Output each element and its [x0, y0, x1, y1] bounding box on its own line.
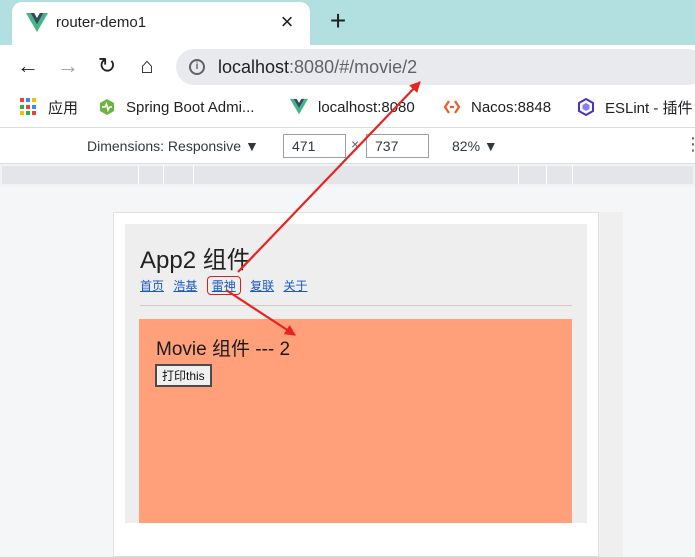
- device-toolbar: Dimensions: Responsive ▼ 471 × 737 82% ▼…: [0, 127, 695, 164]
- forward-icon[interactable]: →: [53, 51, 83, 81]
- url-path: :8080/#/movie/2: [289, 57, 418, 77]
- bookmark-label: 应用: [48, 99, 79, 117]
- ruler-tick: [138, 166, 139, 184]
- new-tab-icon[interactable]: +: [324, 7, 352, 36]
- app2-component: App2 组件 首页 浩基 雷神 复联 关于 Movie 组件 --- 2 打印…: [125, 224, 587, 523]
- device-viewport: App2 组件 首页 浩基 雷神 复联 关于 Movie 组件 --- 2 打印…: [0, 186, 695, 557]
- dimensions-dropdown[interactable]: Dimensions: Responsive ▼: [87, 138, 259, 154]
- divider: [140, 305, 572, 306]
- url-text[interactable]: localhost:8080/#/movie/2: [218, 57, 417, 78]
- bookmark-localhost[interactable]: localhost:8080: [290, 96, 415, 118]
- nav-link-hulk[interactable]: 浩基: [173, 276, 197, 295]
- media-query-ruler: [0, 164, 695, 186]
- movie-component: Movie 组件 --- 2 打印this: [139, 319, 572, 523]
- device-frame: App2 组件 首页 浩基 雷神 复联 关于 Movie 组件 --- 2 打印…: [113, 212, 599, 557]
- browser-toolbar: ← → ↻ ⌂ i localhost:8080/#/movie/2: [0, 45, 695, 87]
- viewport-gutter: [599, 212, 623, 557]
- bookmark-eslint[interactable]: ESLint - 插件: [577, 96, 693, 118]
- reload-icon[interactable]: ↻: [92, 51, 122, 81]
- more-options-icon[interactable]: ⋮: [684, 134, 695, 155]
- spring-boot-admin-icon: [100, 99, 114, 115]
- router-nav: 首页 浩基 雷神 复联 关于: [140, 276, 313, 295]
- zoom-dropdown[interactable]: 82% ▼: [452, 138, 498, 154]
- ruler-tick: [546, 166, 547, 184]
- vue-logo-icon: [26, 13, 48, 32]
- movie-title: Movie 组件 --- 2: [156, 339, 291, 360]
- ruler-tick: [193, 166, 194, 184]
- height-input[interactable]: 737: [366, 134, 429, 158]
- tab-title: router-demo1: [56, 14, 147, 31]
- nav-link-home[interactable]: 首页: [140, 276, 164, 295]
- bookmarks-bar: 应用 Spring Boot Admi... localhost:8080 Na…: [0, 87, 695, 127]
- bookmark-label: Nacos:8848: [471, 98, 552, 116]
- nacos-icon: [443, 100, 461, 114]
- tab-strip: router-demo1 × +: [0, 0, 695, 45]
- bookmark-spring-boot-admin[interactable]: Spring Boot Admi...: [98, 96, 254, 118]
- info-icon[interactable]: i: [189, 59, 205, 75]
- home-icon[interactable]: ⌂: [132, 51, 162, 81]
- times-sign: ×: [351, 136, 360, 152]
- ruler-tick: [163, 166, 164, 184]
- address-bar[interactable]: i localhost:8080/#/movie/2: [176, 49, 695, 85]
- ruler-tick: [572, 166, 573, 184]
- close-tab-icon[interactable]: ×: [274, 9, 300, 35]
- vue-logo-icon: [290, 98, 308, 115]
- bookmark-label: Spring Boot Admi...: [126, 98, 255, 116]
- bookmark-label: ESLint - 插件: [605, 99, 693, 117]
- nav-link-about[interactable]: 关于: [283, 276, 307, 295]
- nav-link-thor[interactable]: 雷神: [206, 276, 241, 295]
- print-this-button[interactable]: 打印this: [155, 364, 212, 387]
- nav-link-avengers[interactable]: 复联: [250, 276, 274, 295]
- eslint-icon: [578, 98, 594, 116]
- bookmark-apps[interactable]: 应用: [20, 96, 78, 118]
- page-title: App2 组件: [140, 247, 251, 274]
- width-input[interactable]: 471: [283, 134, 346, 158]
- url-host: localhost: [218, 57, 290, 77]
- back-icon[interactable]: ←: [13, 51, 43, 81]
- bookmark-label: localhost:8080: [318, 98, 415, 116]
- ruler-bar[interactable]: [2, 166, 693, 184]
- bookmark-nacos[interactable]: Nacos:8848: [443, 96, 551, 118]
- browser-tab[interactable]: router-demo1 ×: [12, 2, 310, 45]
- ruler-tick: [518, 166, 519, 184]
- apps-grid-icon: [20, 98, 38, 116]
